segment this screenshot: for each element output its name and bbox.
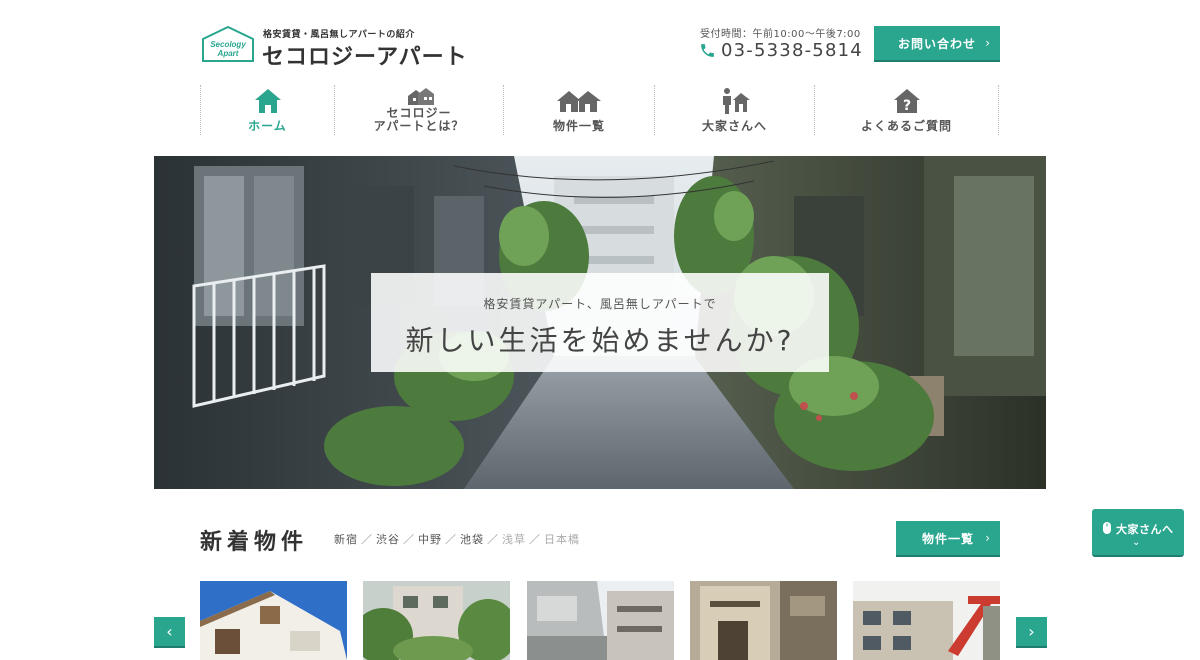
area-link-nihonbashi[interactable]: 日本橋 (544, 533, 580, 546)
chevron-right-icon: › (985, 36, 991, 50)
logo-badge-line2: Apart (217, 49, 239, 58)
listing-carousel (200, 581, 1000, 660)
logo-badge-line1: Secology (210, 40, 246, 49)
houses-cluster-icon (408, 88, 434, 105)
phone-number-row[interactable]: 03-5338-5814 (699, 39, 863, 61)
nav-item-about[interactable]: セコロジー アパートとは？ (334, 85, 503, 135)
new-listings-title: 新着物件 (200, 530, 309, 555)
floating-owners-button[interactable]: 大家さんへ ⌄ (1092, 509, 1184, 557)
logo-house-icon: Secology Apart (202, 25, 254, 62)
nav-label-owners: 大家さんへ (701, 119, 767, 133)
area-link-shibuya[interactable]: 渋谷 (376, 533, 400, 546)
area-link-nakano[interactable]: 中野 (418, 533, 442, 546)
phone-number: 03-5338-5814 (721, 39, 863, 61)
nav-label-home: ホーム (248, 119, 287, 133)
svg-text:?: ? (902, 98, 910, 114)
nav-label-faq: よくあるご質問 (860, 119, 952, 133)
nav-item-owners[interactable]: 大家さんへ (654, 85, 814, 135)
listing-thumbnail[interactable] (363, 581, 510, 660)
nav-item-home[interactable]: ホーム (200, 85, 334, 135)
home-icon (254, 89, 281, 113)
area-link-shinjuku[interactable]: 新宿 (334, 533, 358, 546)
property-list-button[interactable]: 物件一覧 › (896, 521, 1000, 557)
nav-label-listings: 物件一覧 (552, 119, 605, 133)
area-links: 新宿／渋谷／中野／池袋／浅草／日本橋 (334, 531, 580, 547)
people-house-icon (722, 88, 750, 114)
site-name: セコロジーアパート (262, 45, 468, 70)
listing-thumbnail[interactable] (690, 581, 837, 660)
area-separator: ／ (361, 533, 373, 546)
site-logo[interactable]: Secology Apart 格安賃貸・風呂無しアパートの紹介 セコロジーアパー… (200, 25, 470, 70)
area-separator: ／ (403, 533, 415, 546)
listing-thumbnail[interactable] (853, 581, 1000, 660)
question-house-icon: ? (893, 89, 920, 114)
property-list-button-label: 物件一覧 (921, 531, 974, 546)
business-hours: 受付時間：午前10:00～午後7:00 (700, 29, 861, 40)
contact-button[interactable]: お問い合わせ › (874, 26, 1000, 62)
hero-subtitle: 格安賃貸アパート、風呂無しアパートで (483, 297, 717, 311)
area-separator: ／ (487, 533, 499, 546)
carousel-prev-button[interactable]: ‹ (154, 617, 185, 648)
hero-caption-box: 格安賃貸アパート、風呂無しアパートで 新しい生活を始めませんか? (371, 273, 829, 372)
chevron-right-icon: › (985, 531, 991, 545)
carousel-next-button[interactable]: › (1016, 617, 1047, 648)
chevron-down-icon: ⌄ (1132, 537, 1141, 548)
area-link-ikebukuro[interactable]: 池袋 (460, 533, 484, 546)
nav-label-about: セコロジー アパートとは？ (373, 106, 465, 133)
hero-title: 新しい生活を始めませんか? (405, 324, 795, 357)
contact-button-label: お問い合わせ (897, 36, 976, 51)
area-link-asakusa[interactable]: 浅草 (502, 533, 526, 546)
two-houses-icon (557, 91, 601, 112)
mouse-icon (1103, 522, 1111, 534)
phone-icon (701, 43, 714, 57)
listing-thumbnail[interactable] (200, 581, 347, 660)
listing-thumbnail[interactable] (527, 581, 674, 660)
floating-owners-label: 大家さんへ (1116, 523, 1174, 536)
global-nav: ホーム セコロジー アパートとは？ 物件一覧 大家さんへ ? よくあるご質問 (200, 85, 1000, 135)
nav-item-faq[interactable]: ? よくあるご質問 (814, 85, 999, 135)
area-separator: ／ (445, 533, 457, 546)
area-separator: ／ (529, 533, 541, 546)
nav-item-listings[interactable]: 物件一覧 (503, 85, 654, 135)
